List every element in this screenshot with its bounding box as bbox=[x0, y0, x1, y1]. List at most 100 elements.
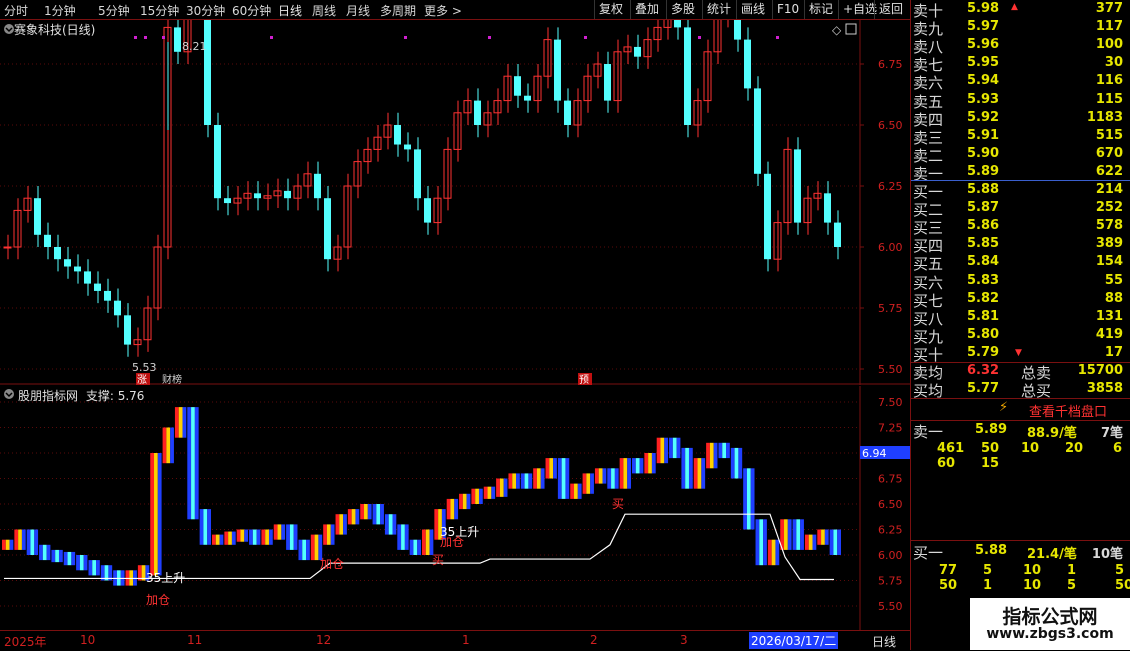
ask-row-10[interactable]: 卖十 5.98 ▲ 377 bbox=[911, 0, 1130, 20]
bid-row-9[interactable]: 买九 5.80 419 bbox=[911, 326, 1130, 346]
indicator-bar bbox=[18, 529, 22, 550]
f10-button[interactable]: F10 bbox=[772, 0, 803, 19]
period-label[interactable]: 日线 bbox=[872, 633, 896, 650]
period-tab-1min[interactable]: 1分钟 bbox=[44, 2, 76, 19]
indicator-bar bbox=[261, 529, 266, 545]
statistics-button[interactable]: 统计 bbox=[702, 0, 735, 19]
bid-row-1[interactable]: 买一 5.88 214 bbox=[911, 181, 1130, 201]
period-tab-timeshare[interactable]: 分时 bbox=[4, 2, 28, 19]
period-tab-weekly[interactable]: 周线 bbox=[312, 2, 336, 19]
indicator-bar bbox=[800, 519, 804, 550]
indicator-bar bbox=[598, 468, 603, 484]
indicator-bar bbox=[829, 529, 834, 555]
bid-row-3[interactable]: 买三 5.86 578 bbox=[911, 217, 1130, 237]
candle-down bbox=[834, 222, 841, 247]
period-tab-monthly[interactable]: 月线 bbox=[346, 2, 370, 19]
ask-row-3[interactable]: 卖三 5.91 515 bbox=[911, 127, 1130, 147]
ask-row-5[interactable]: 卖五 5.93 115 bbox=[911, 91, 1130, 111]
ask-row-9[interactable]: 卖九 5.97 117 bbox=[911, 18, 1130, 38]
indicator-bar bbox=[178, 407, 183, 438]
indicator-bar bbox=[570, 483, 575, 499]
overlay-button[interactable]: 叠加 bbox=[630, 0, 663, 19]
top-marker-dot bbox=[134, 36, 137, 39]
candle-down bbox=[394, 125, 401, 145]
period-tab-60min[interactable]: 60分钟 bbox=[232, 2, 271, 19]
indicator-bar bbox=[656, 437, 661, 464]
period-tab-15min[interactable]: 15分钟 bbox=[140, 2, 179, 19]
depth-button[interactable]: ⚡ 查看千档盘口 bbox=[911, 399, 1130, 420]
indicator-bar bbox=[355, 509, 360, 525]
candle-down bbox=[124, 315, 131, 345]
multi-stock-button[interactable]: 多股 bbox=[666, 0, 699, 19]
indicator-bar bbox=[713, 442, 718, 469]
maximize-icon[interactable] bbox=[845, 23, 857, 35]
ask-volume: 377 bbox=[1095, 1, 1123, 16]
candle-down bbox=[634, 46, 641, 57]
y-tick-label: 7.25 bbox=[878, 422, 903, 435]
indicator-bar bbox=[817, 529, 822, 545]
indicator-bar bbox=[273, 524, 278, 540]
finance-marker[interactable]: 财榜 bbox=[162, 373, 182, 385]
indicator-bars bbox=[2, 407, 841, 586]
ask-row-8[interactable]: 卖八 5.96 100 bbox=[911, 36, 1130, 56]
indicator-bar bbox=[224, 531, 229, 545]
indicator-bar bbox=[528, 473, 533, 489]
mark-button[interactable]: 标记 bbox=[804, 0, 837, 19]
period-tab-multi[interactable]: 多周期 bbox=[380, 2, 416, 19]
bid-row-8[interactable]: 买八 5.81 131 bbox=[911, 308, 1130, 328]
bid-row-5[interactable]: 买五 5.84 154 bbox=[911, 253, 1130, 273]
indicator-bar bbox=[635, 458, 640, 474]
ask-price: 5.90 bbox=[967, 146, 1000, 161]
y-tick-label: 7.50 bbox=[878, 396, 903, 409]
collapse-icon[interactable] bbox=[4, 24, 14, 34]
buy1-order: 50 bbox=[939, 578, 958, 593]
candle-down bbox=[174, 27, 181, 52]
bid-row-7[interactable]: 买七 5.82 88 bbox=[911, 290, 1130, 310]
indicator-bar bbox=[750, 468, 755, 530]
indicator-bar bbox=[228, 531, 232, 545]
candle-down bbox=[64, 259, 71, 267]
indicator-bar bbox=[536, 468, 541, 489]
indicator-bar bbox=[2, 539, 6, 550]
bid-row-10[interactable]: 买十 5.79 ▼ 17 bbox=[911, 344, 1130, 364]
indicator-bar bbox=[372, 504, 377, 525]
candle-down bbox=[44, 234, 51, 247]
period-tab-30min[interactable]: 30分钟 bbox=[186, 2, 225, 19]
bid-volume: 419 bbox=[1095, 327, 1123, 342]
main-grid bbox=[0, 20, 910, 385]
candlestick-chart[interactable]: 8.007.757.507.257.006.756.506.256.005.75… bbox=[0, 20, 910, 385]
period-tab-more[interactable]: 更多 > bbox=[424, 2, 462, 19]
candle-down bbox=[94, 283, 101, 291]
diamond-icon[interactable]: ◇ bbox=[832, 23, 842, 37]
indicator-bar bbox=[330, 524, 335, 545]
sell1-count: 7笔 bbox=[1100, 426, 1123, 441]
indicator-bar bbox=[763, 519, 767, 566]
ask-row-2[interactable]: 卖二 5.90 670 bbox=[911, 145, 1130, 165]
indicator-bar bbox=[174, 407, 179, 438]
indicator-bar bbox=[434, 509, 439, 540]
bid-price: 5.81 bbox=[967, 309, 1000, 324]
indicator-bar bbox=[256, 529, 261, 545]
indicator-bar bbox=[34, 529, 39, 555]
indicator-bar bbox=[88, 560, 93, 576]
indicator-bar bbox=[58, 549, 63, 563]
back-button[interactable]: 返回 bbox=[874, 0, 907, 19]
ask-row-4[interactable]: 卖四 5.92 1183 bbox=[911, 109, 1130, 129]
indicator-chart[interactable]: 7.507.257.006.756.506.256.005.755.50 35上… bbox=[0, 386, 910, 630]
period-tab-5min[interactable]: 5分钟 bbox=[98, 2, 130, 19]
adjust-button[interactable]: 复权 bbox=[594, 0, 627, 19]
indicator-bar bbox=[738, 447, 743, 479]
bid-row-6[interactable]: 买六 5.83 55 bbox=[911, 272, 1130, 292]
ask-row-6[interactable]: 卖六 5.94 116 bbox=[911, 72, 1130, 92]
date-axis: 2025年 10 11 12 1 2 3 2026/03/17/二 日线 bbox=[0, 630, 910, 651]
ask-row-7[interactable]: 卖七 5.95 30 bbox=[911, 54, 1130, 74]
ask-volume: 100 bbox=[1095, 37, 1123, 52]
draw-line-button[interactable]: 画线 bbox=[736, 0, 769, 19]
indicator-bar bbox=[343, 514, 347, 535]
period-tab-daily[interactable]: 日线 bbox=[278, 2, 302, 19]
bid-row-2[interactable]: 买二 5.87 252 bbox=[911, 199, 1130, 219]
bid-row-4[interactable]: 买四 5.85 389 bbox=[911, 235, 1130, 255]
indicator-bar bbox=[688, 447, 693, 489]
ask-row-1[interactable]: 卖一 5.89 622 bbox=[911, 163, 1130, 183]
indicator-collapse-icon[interactable] bbox=[4, 389, 14, 399]
